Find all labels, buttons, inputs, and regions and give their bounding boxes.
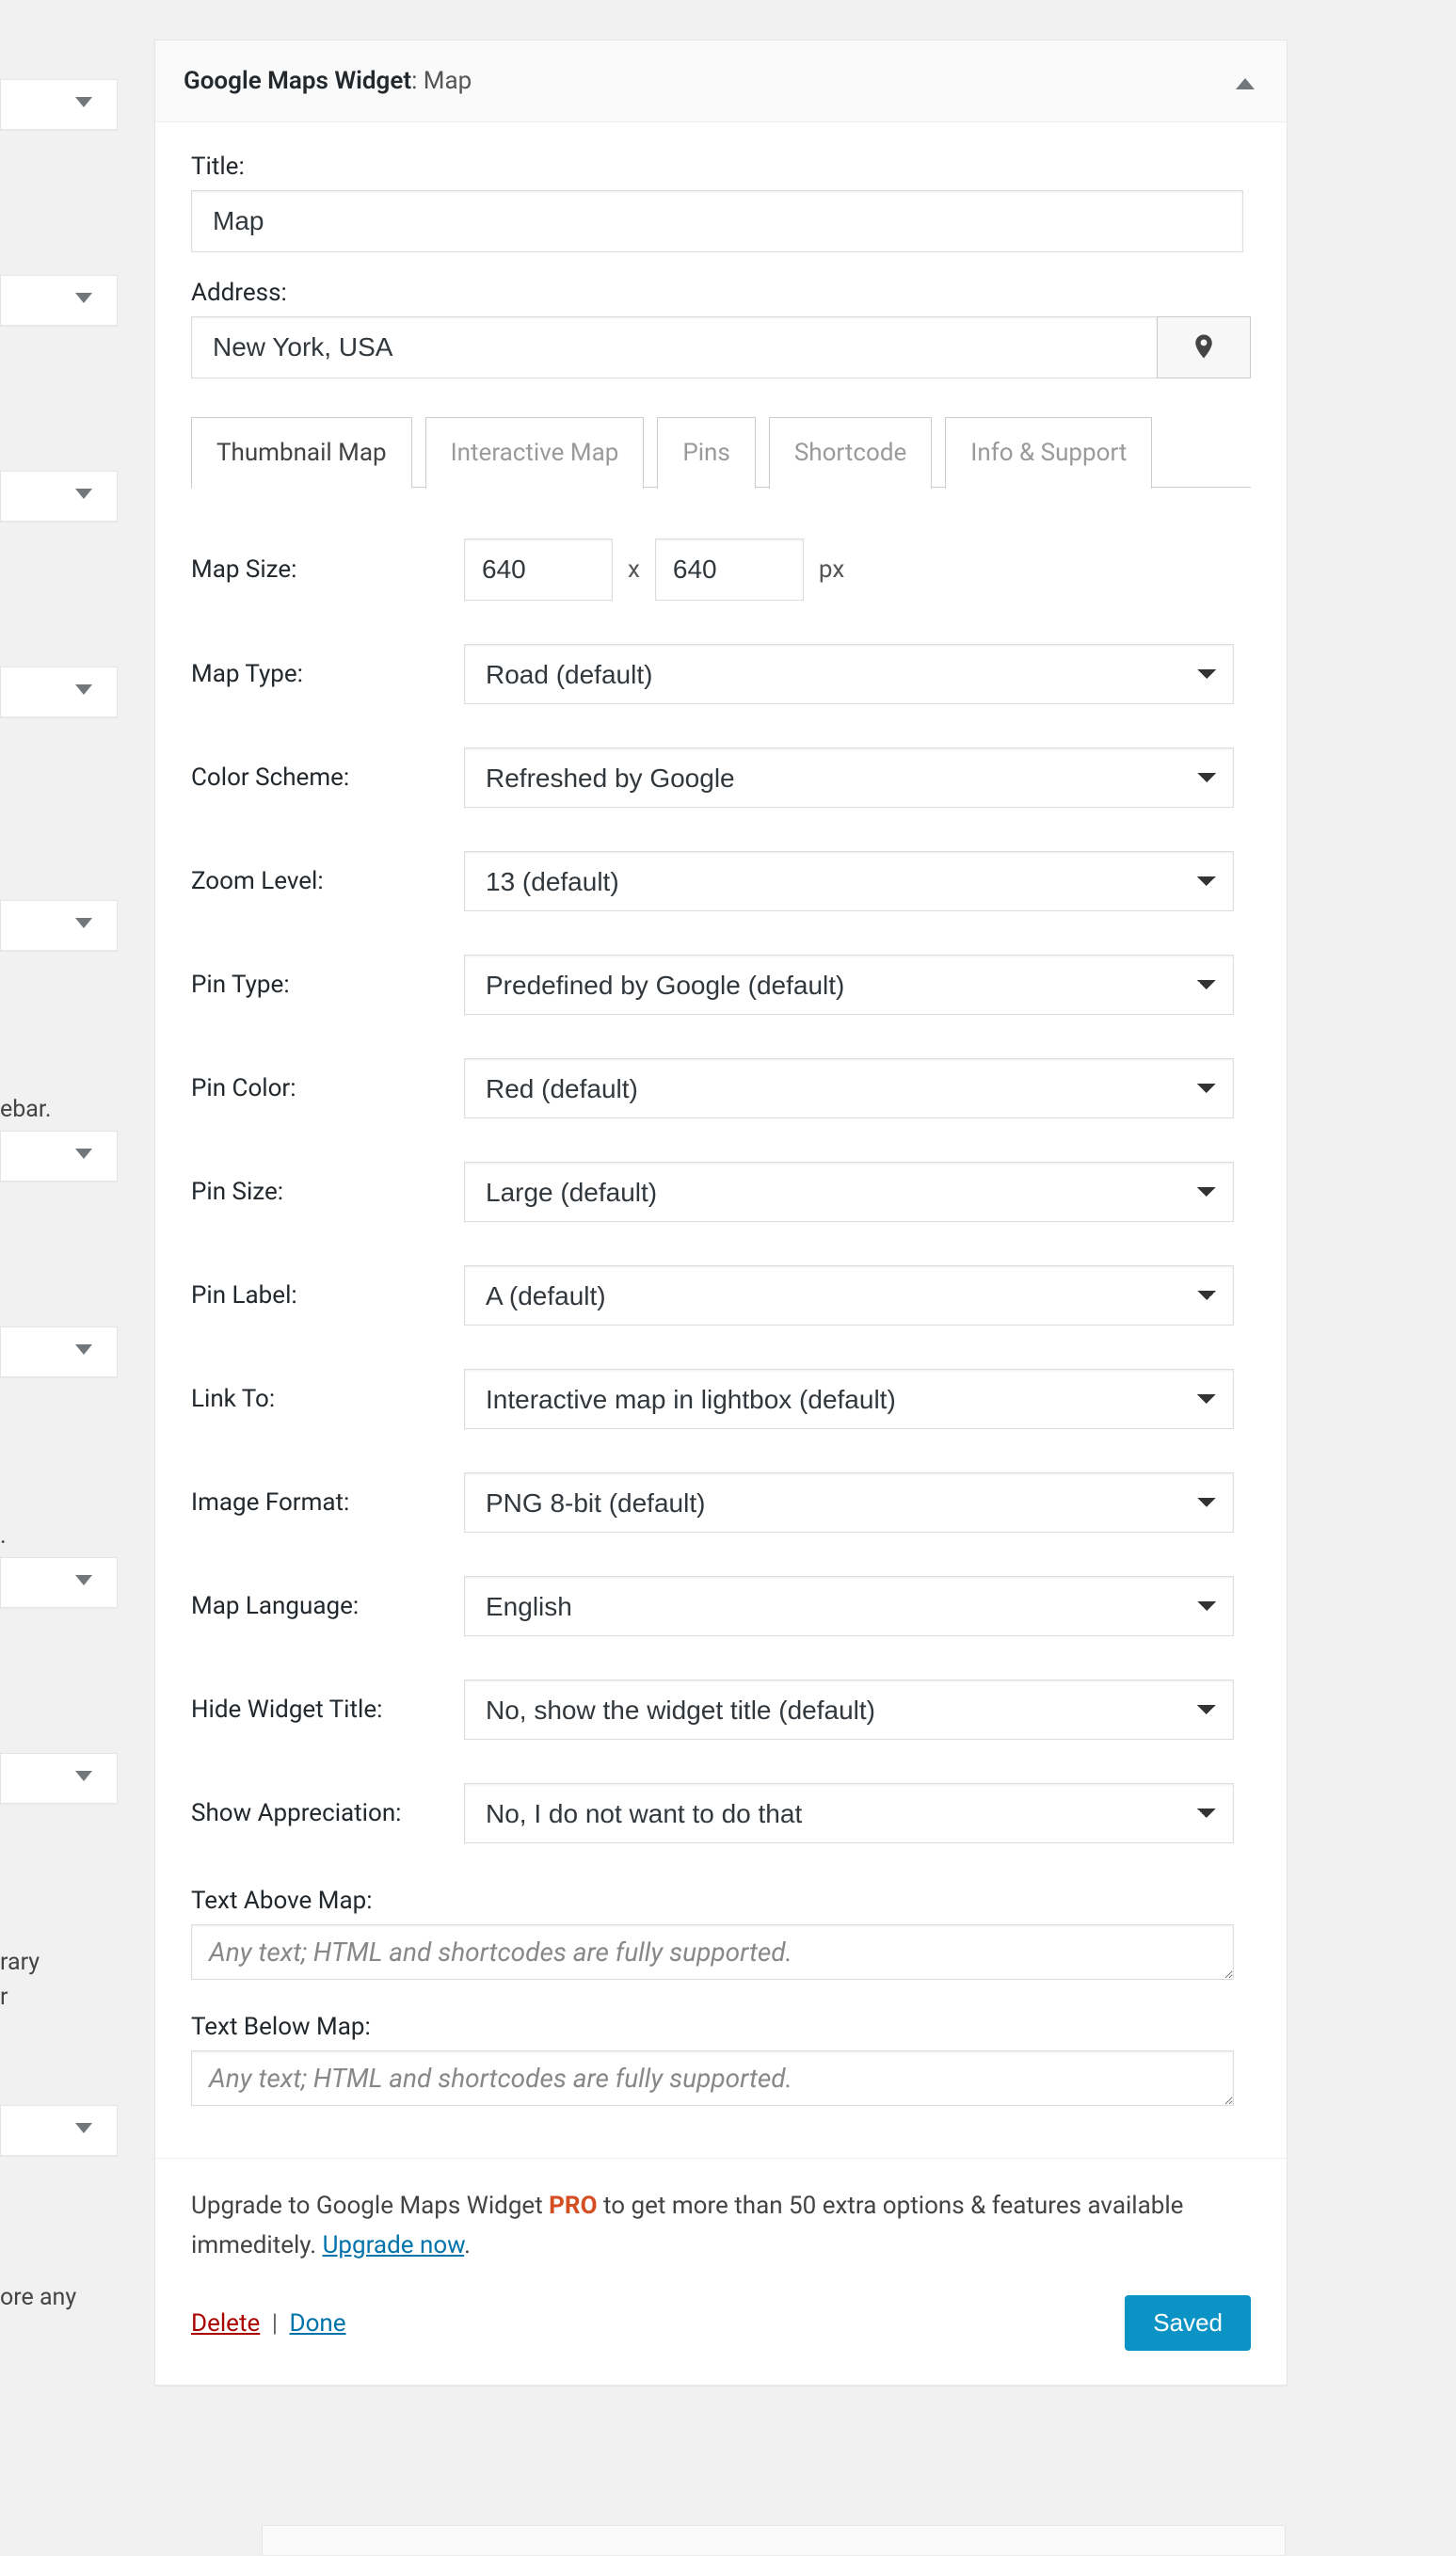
widget-name: Google Maps Widget — [184, 67, 411, 95]
chevron-down-icon — [75, 684, 92, 695]
pin-color-label: Pin Color: — [191, 1074, 464, 1102]
collapsed-widget[interactable] — [0, 1326, 118, 1377]
chevron-down-icon — [75, 293, 92, 303]
collapsed-widget[interactable] — [0, 900, 118, 951]
tab-thumbnail-map[interactable]: Thumbnail Map — [191, 417, 412, 489]
color-scheme-select[interactable]: Refreshed by Google — [464, 748, 1234, 808]
hide-title-select[interactable]: No, show the widget title (default) — [464, 1680, 1234, 1740]
tab-shortcode[interactable]: Shortcode — [769, 417, 932, 489]
show-appreciation-label: Show Appreciation: — [191, 1799, 464, 1827]
next-widget-stub — [262, 2525, 1286, 2555]
chevron-down-icon — [75, 489, 92, 499]
px-label: px — [819, 555, 844, 584]
map-language-label: Map Language: — [191, 1592, 464, 1620]
tab-pins[interactable]: Pins — [657, 417, 756, 489]
panel-title: Google Maps Widget: Map — [184, 67, 472, 95]
image-format-label: Image Format: — [191, 1488, 464, 1517]
hide-title-label: Hide Widget Title: — [191, 1696, 464, 1724]
map-pin-icon — [1190, 332, 1218, 363]
pin-type-select[interactable]: Predefined by Google (default) — [464, 955, 1234, 1015]
chevron-down-icon — [75, 2123, 92, 2133]
side-text: . — [0, 1522, 118, 1550]
action-separator: | — [260, 2309, 289, 2338]
map-type-select[interactable]: Road (default) — [464, 644, 1234, 704]
collapsed-widget[interactable] — [0, 2105, 118, 2156]
address-label: Address: — [191, 279, 1251, 307]
text-below-textarea[interactable] — [191, 2050, 1234, 2106]
pin-size-label: Pin Size: — [191, 1178, 464, 1206]
collapsed-widget[interactable] — [0, 1557, 118, 1608]
panel-header[interactable]: Google Maps Widget: Map — [155, 40, 1287, 122]
dimension-separator: x — [628, 555, 640, 584]
zoom-level-select[interactable]: 13 (default) — [464, 851, 1234, 911]
show-appreciation-select[interactable]: No, I do not want to do that — [464, 1783, 1234, 1843]
tab-interactive-map[interactable]: Interactive Map — [425, 417, 645, 489]
side-text: ore any — [0, 2284, 118, 2311]
zoom-level-label: Zoom Level: — [191, 867, 464, 895]
text-above-textarea[interactable] — [191, 1924, 1234, 1980]
collapsed-widget[interactable] — [0, 471, 118, 522]
collapsed-widget[interactable] — [0, 1131, 118, 1182]
caret-up-icon[interactable] — [1236, 78, 1255, 89]
map-height-input[interactable] — [655, 539, 804, 601]
color-scheme-label: Color Scheme: — [191, 764, 464, 792]
image-format-select[interactable]: PNG 8-bit (default) — [464, 1472, 1234, 1533]
chevron-down-icon — [75, 1575, 92, 1585]
collapsed-widget[interactable] — [0, 275, 118, 326]
chevron-down-icon — [75, 918, 92, 928]
side-text: r — [0, 1984, 118, 2011]
chevron-down-icon — [75, 1344, 92, 1355]
map-language-select[interactable]: English — [464, 1576, 1234, 1636]
collapsed-widget[interactable] — [0, 667, 118, 717]
pin-color-select[interactable]: Red (default) — [464, 1058, 1234, 1118]
title-input[interactable] — [191, 190, 1243, 252]
map-type-label: Map Type: — [191, 660, 464, 688]
pin-label-select[interactable]: A (default) — [464, 1265, 1234, 1326]
text-below-label: Text Below Map: — [191, 2013, 1251, 2041]
promo-period: . — [464, 2231, 471, 2259]
promo-pro: PRO — [549, 2192, 597, 2220]
pin-label-label: Pin Label: — [191, 1281, 464, 1310]
collapsed-widget[interactable] — [0, 1753, 118, 1804]
side-text: ebar. — [0, 1096, 118, 1123]
chevron-down-icon — [75, 97, 92, 107]
title-label: Title: — [191, 153, 1251, 181]
text-above-label: Text Above Map: — [191, 1887, 1251, 1915]
saved-button[interactable]: Saved — [1125, 2295, 1251, 2351]
done-link[interactable]: Done — [290, 2309, 346, 2338]
chevron-down-icon — [75, 1771, 92, 1781]
upgrade-now-link[interactable]: Upgrade now — [323, 2231, 465, 2259]
promo-pre: Upgrade to Google Maps Widget — [191, 2192, 549, 2220]
side-text: rary — [0, 1949, 118, 1976]
pin-type-label: Pin Type: — [191, 971, 464, 999]
address-input[interactable] — [191, 316, 1157, 378]
upgrade-promo: Upgrade to Google Maps Widget PRO to get… — [191, 2187, 1251, 2265]
collapsed-widget[interactable] — [0, 79, 118, 130]
chevron-down-icon — [75, 1149, 92, 1159]
widget-suffix: : Map — [411, 67, 472, 95]
pin-size-select[interactable]: Large (default) — [464, 1162, 1234, 1222]
delete-link[interactable]: Delete — [191, 2309, 260, 2338]
google-maps-widget-panel: Google Maps Widget: Map Title: Address: — [154, 40, 1288, 2386]
map-size-label: Map Size: — [191, 555, 464, 584]
tab-info-support[interactable]: Info & Support — [945, 417, 1152, 489]
locate-button[interactable] — [1157, 316, 1251, 378]
link-to-label: Link To: — [191, 1385, 464, 1413]
link-to-select[interactable]: Interactive map in lightbox (default) — [464, 1369, 1234, 1429]
map-width-input[interactable] — [464, 539, 613, 601]
